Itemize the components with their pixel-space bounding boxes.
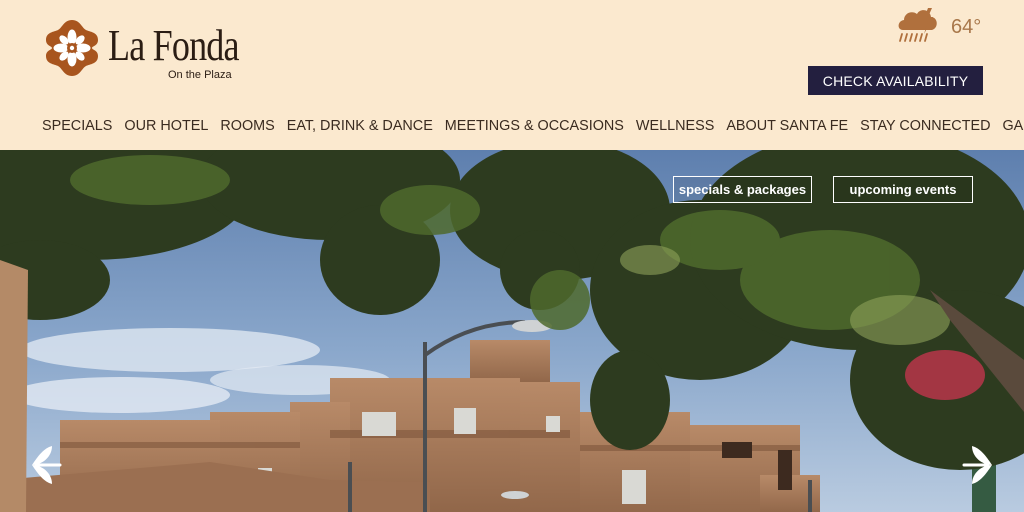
specials-packages-button[interactable]: specials & packages — [673, 176, 812, 203]
logo[interactable]: La Fonda On the Plaza — [42, 18, 252, 88]
check-availability-button[interactable]: CHECK AVAILABILITY — [808, 66, 983, 95]
site-header: La Fonda On the Plaza 64° CHECK AVAILABI… — [0, 0, 1024, 150]
nav-item-rooms[interactable]: ROOMS — [214, 116, 280, 136]
brand-name: La Fonda — [108, 21, 240, 70]
nav-item-specials[interactable]: SPECIALS — [36, 116, 118, 136]
chevron-right-icon[interactable] — [960, 442, 994, 488]
upcoming-events-button[interactable]: upcoming events — [833, 176, 973, 203]
nav-item-wellness[interactable]: WELLNESS — [630, 116, 720, 136]
nav-item-our-hotel[interactable]: OUR HOTEL — [118, 116, 214, 136]
rain-cloud-lightning-icon — [898, 8, 937, 42]
hero-slideshow: specials & packages upcoming events — [0, 150, 1024, 512]
logo-emblem-icon — [46, 20, 98, 76]
brand-tagline: On the Plaza — [168, 69, 232, 81]
main-nav: SPECIALS OUR HOTEL ROOMS EAT, DRINK & DA… — [36, 116, 1024, 136]
weather-temperature: 64° — [951, 16, 982, 38]
nav-item-eat-drink-dance[interactable]: EAT, DRINK & DANCE — [281, 116, 439, 136]
nav-item-meetings-occasions[interactable]: MEETINGS & OCCASIONS — [439, 116, 630, 136]
nav-item-gallery[interactable]: GALLERY — [996, 116, 1024, 136]
nav-item-stay-connected[interactable]: STAY CONNECTED — [854, 116, 996, 136]
weather-widget: 64° — [895, 4, 995, 48]
hero-photo — [0, 150, 1024, 512]
chevron-left-icon[interactable] — [30, 442, 64, 488]
nav-item-about-santa-fe[interactable]: ABOUT SANTA FE — [720, 116, 854, 136]
